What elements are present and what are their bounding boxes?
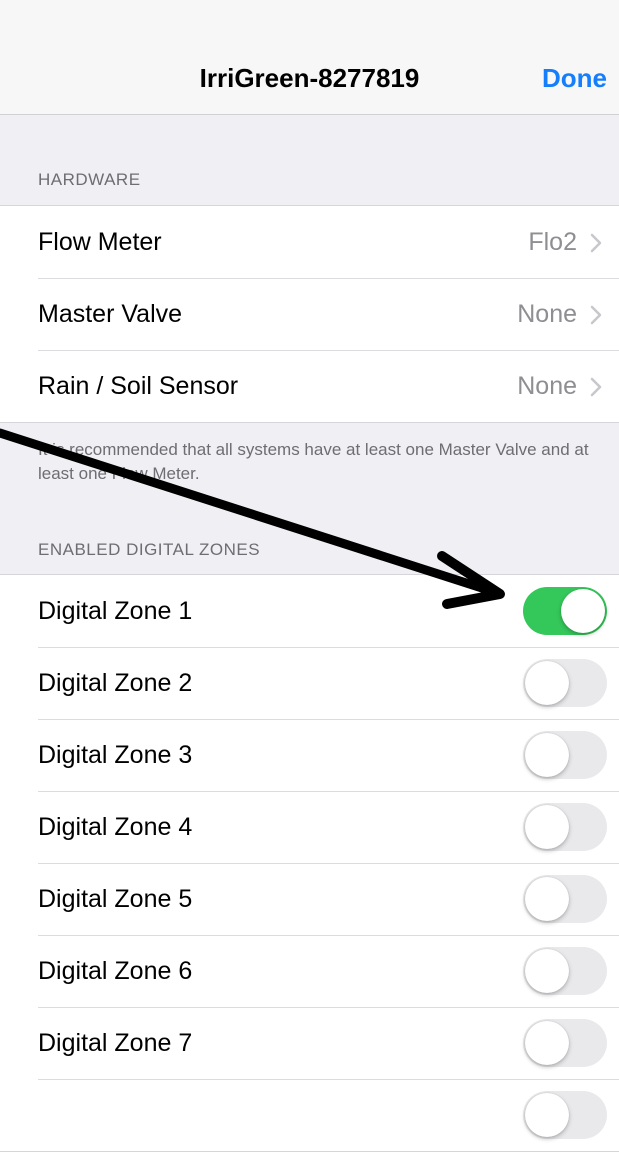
zone-row: Digital Zone 4 [0,791,619,863]
zone-row: Digital Zone 6 [0,935,619,1007]
toggle-knob [525,805,569,849]
chevron-right-icon [590,305,602,325]
zone-1-toggle[interactable] [523,587,607,635]
hardware-group: Flow Meter Flo2 Master Valve None Rain /… [0,205,619,423]
master-valve-row[interactable]: Master Valve None [0,278,619,350]
zone-5-toggle[interactable] [523,875,607,923]
row-value: Flo2 [528,228,577,256]
zone-label: Digital Zone 6 [38,957,193,985]
toggle-knob [525,1021,569,1065]
zone-label: Digital Zone 5 [38,885,193,913]
zone-label: Digital Zone 2 [38,669,193,697]
zone-label: Digital Zone 7 [38,1029,193,1057]
hardware-footer-note: It is recommended that all systems have … [38,440,589,483]
page-title: IrriGreen-8277819 [199,63,420,93]
row-label: Master Valve [38,300,183,328]
rain-soil-sensor-row[interactable]: Rain / Soil Sensor None [0,350,619,422]
row-value: None [517,372,577,400]
zone-row: Digital Zone 5 [0,863,619,935]
navigation-bar: IrriGreen-8277819 Done [0,0,619,115]
row-label: Flow Meter [38,228,162,256]
chevron-right-icon [590,233,602,253]
toggle-knob [525,733,569,777]
chevron-right-icon [590,377,602,397]
zone-row: Digital Zone 2 [0,647,619,719]
done-button[interactable]: Done [542,58,607,98]
zone-8-toggle[interactable] [523,1091,607,1139]
zone-4-toggle[interactable] [523,803,607,851]
zone-6-toggle[interactable] [523,947,607,995]
zones-section-header: ENABLED DIGITAL ZONES [38,540,261,559]
zone-label: Digital Zone 1 [38,597,193,625]
zone-row: Digital Zone 3 [0,719,619,791]
row-label: Rain / Soil Sensor [38,372,239,400]
row-value: None [517,300,577,328]
zone-3-toggle[interactable] [523,731,607,779]
toggle-knob [525,877,569,921]
zone-label: Digital Zone 3 [38,741,193,769]
toggle-knob [525,661,569,705]
hardware-section-header: HARDWARE [38,170,141,189]
zone-row: Digital Zone 1 [0,575,619,647]
toggle-knob [525,949,569,993]
zone-7-toggle[interactable] [523,1019,607,1067]
flow-meter-row[interactable]: Flow Meter Flo2 [0,206,619,278]
zone-row: Digital Zone 7 [0,1007,619,1079]
toggle-knob [525,1093,569,1137]
zone-row [0,1079,619,1151]
zone-2-toggle[interactable] [523,659,607,707]
zones-group: Digital Zone 1 Digital Zone 2 Digital Zo… [0,574,619,1152]
toggle-knob [561,589,605,633]
zone-label: Digital Zone 4 [38,813,193,841]
